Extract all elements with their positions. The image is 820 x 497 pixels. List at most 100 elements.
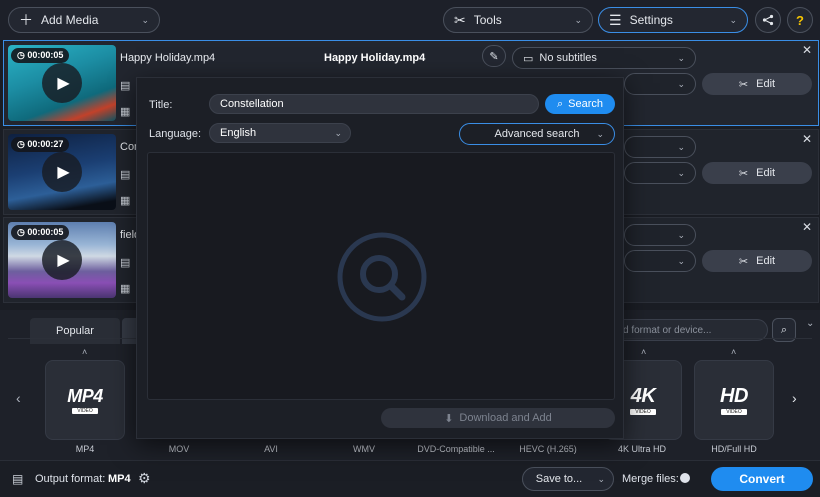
save-to-button[interactable]: Save to... ⌄ bbox=[522, 467, 614, 491]
help-button[interactable]: ? bbox=[787, 7, 813, 33]
share-button[interactable] bbox=[755, 7, 781, 33]
subtitles-select[interactable]: ⌄ bbox=[624, 136, 696, 158]
chevron-down-icon: ⌄ bbox=[597, 473, 605, 484]
next-arrow-icon[interactable]: › bbox=[792, 390, 797, 406]
duration-text: 00:00:27 bbox=[27, 139, 64, 149]
language-label: Language: bbox=[149, 128, 201, 140]
play-icon[interactable]: ▶ bbox=[42, 240, 82, 280]
tools-icon: ✂ bbox=[738, 255, 749, 268]
duration-text: 00:00:05 bbox=[27, 227, 64, 237]
search-label: Search bbox=[568, 98, 604, 110]
subtitles-icon: ▭ bbox=[523, 52, 534, 65]
film-icon[interactable]: ▦ bbox=[120, 194, 130, 207]
device-search-icon: ⌕ bbox=[780, 323, 788, 336]
title-label: Title: bbox=[149, 99, 173, 111]
search-button[interactable]: ⌕ Search bbox=[545, 94, 615, 114]
search-placeholder-icon bbox=[337, 232, 427, 322]
video-thumbnail[interactable]: ◷ 00:00:05 ▶ bbox=[8, 45, 116, 121]
tools-icon: ✂ bbox=[454, 11, 466, 28]
video-thumbnail[interactable]: ◷ 00:00:27 ▶ bbox=[8, 134, 116, 210]
duration-badge: ◷ 00:00:05 bbox=[11, 225, 70, 240]
gear-icon[interactable]: ⚙ bbox=[138, 470, 151, 487]
collapse-chevron-icon[interactable]: ⌄ bbox=[806, 318, 814, 329]
play-icon[interactable]: ▶ bbox=[42, 63, 82, 103]
file-name: Happy Holiday.mp4 bbox=[120, 52, 216, 64]
pencil-icon: ✎ bbox=[489, 50, 499, 63]
tools-label: Tools bbox=[473, 13, 502, 27]
video-sublabel: VIDEO bbox=[721, 409, 747, 415]
audio-select[interactable]: ⌄ bbox=[624, 73, 696, 95]
edit-label: Edit bbox=[756, 255, 776, 267]
search-icon: ⌕ bbox=[556, 97, 564, 110]
file-info-icon[interactable]: ▤ bbox=[120, 168, 130, 181]
prev-arrow-icon[interactable]: ‹ bbox=[16, 390, 21, 406]
file-info-icon[interactable]: ▤ bbox=[120, 256, 130, 269]
bottom-bar: ▤ Output format: MP4 ⚙ Save to... ⌄ Merg… bbox=[0, 460, 820, 497]
tools-icon: ✂ bbox=[738, 167, 749, 180]
audio-select[interactable]: ⌄ bbox=[624, 162, 696, 184]
top-toolbar: ＋ Add Media ⌄ ✂ Tools ⌄ ☰ Settings ⌄ ? bbox=[0, 0, 820, 40]
format-search-placeholder: d format or device... bbox=[623, 324, 712, 336]
tools-button[interactable]: ✂ Tools ⌄ bbox=[443, 7, 593, 33]
edit-button[interactable]: ✂ Edit bbox=[702, 162, 812, 184]
plus-icon: ＋ bbox=[19, 12, 33, 28]
format-card-mp4[interactable]: ˄ MP4 VIDEO bbox=[45, 347, 125, 440]
language-select[interactable]: English ⌄ bbox=[209, 123, 351, 143]
title-value: Constellation bbox=[220, 98, 284, 110]
convert-button[interactable]: Convert bbox=[711, 467, 813, 491]
download-icon: ⬇ bbox=[444, 412, 454, 425]
settings-button[interactable]: ☰ Settings ⌄ bbox=[598, 7, 748, 33]
chevron-down-icon: ⌄ bbox=[729, 14, 737, 25]
chevron-up-icon: ˄ bbox=[641, 347, 647, 357]
format-card-hd[interactable]: ˄ HD VIDEO bbox=[694, 347, 774, 440]
chevron-down-icon: ⌄ bbox=[677, 141, 685, 152]
video-thumbnail[interactable]: ◷ 00:00:05 ▶ bbox=[8, 222, 116, 298]
subtitles-select[interactable]: ⌄ bbox=[624, 224, 696, 246]
merge-files-toggle[interactable] bbox=[680, 473, 690, 483]
add-media-button[interactable]: ＋ Add Media ⌄ bbox=[8, 7, 160, 33]
close-icon[interactable]: ✕ bbox=[802, 220, 812, 234]
convert-label: Convert bbox=[739, 472, 785, 486]
output-title: Happy Holiday.mp4 bbox=[324, 52, 426, 64]
search-results-area bbox=[147, 152, 615, 400]
subtitles-select[interactable]: ▭ No subtitles ⌄ bbox=[512, 47, 696, 69]
tab-popular-label: Popular bbox=[56, 325, 94, 337]
clock-icon: ◷ bbox=[17, 139, 28, 149]
download-and-add-label: Download and Add bbox=[459, 412, 552, 424]
close-icon[interactable]: ✕ bbox=[802, 132, 812, 146]
rename-button[interactable]: ✎ bbox=[482, 45, 506, 67]
language-value: English bbox=[220, 127, 257, 139]
title-input[interactable]: Constellation bbox=[209, 94, 539, 114]
edit-label: Edit bbox=[756, 167, 776, 179]
advanced-search-label: Advanced search bbox=[494, 128, 580, 140]
advanced-search-button[interactable]: Advanced search ⌄ bbox=[459, 123, 615, 145]
edit-button[interactable]: ✂ Edit bbox=[702, 73, 812, 95]
video-sublabel: VIDEO bbox=[630, 409, 656, 415]
chevron-down-icon: ⌄ bbox=[677, 229, 685, 240]
file-info-icon[interactable]: ▤ bbox=[120, 79, 130, 92]
mp4-logo: MP4 bbox=[67, 386, 103, 406]
clock-icon: ◷ bbox=[17, 50, 28, 60]
close-icon[interactable]: ✕ bbox=[802, 43, 812, 57]
subtitle-search-dialog: Title: Constellation ⌕ Search Language: … bbox=[136, 77, 624, 439]
merge-files-label: Merge files: bbox=[622, 473, 679, 485]
output-format-icon: ▤ bbox=[12, 472, 24, 486]
save-to-label: Save to... bbox=[535, 473, 583, 485]
4k-logo: 4K bbox=[630, 385, 656, 407]
chevron-down-icon: ⌄ bbox=[334, 127, 342, 138]
download-and-add-button[interactable]: ⬇ Download and Add bbox=[381, 408, 615, 428]
chevron-down-icon: ⌄ bbox=[677, 78, 685, 89]
edit-button[interactable]: ✂ Edit bbox=[702, 250, 812, 272]
audio-select[interactable]: ⌄ bbox=[624, 250, 696, 272]
play-icon[interactable]: ▶ bbox=[42, 152, 82, 192]
chevron-down-icon: ⌄ bbox=[677, 255, 685, 266]
film-icon[interactable]: ▦ bbox=[120, 282, 130, 295]
settings-label: Settings bbox=[629, 13, 673, 27]
tab-popular[interactable]: Popular bbox=[30, 318, 120, 344]
add-media-label: Add Media bbox=[41, 13, 99, 27]
chevron-down-icon: ⌄ bbox=[574, 14, 582, 25]
edit-label: Edit bbox=[756, 78, 776, 90]
film-icon[interactable]: ▦ bbox=[120, 105, 130, 118]
double-chevron-down-icon: ⌄ bbox=[596, 128, 604, 139]
chevron-up-icon: ˄ bbox=[82, 347, 88, 357]
